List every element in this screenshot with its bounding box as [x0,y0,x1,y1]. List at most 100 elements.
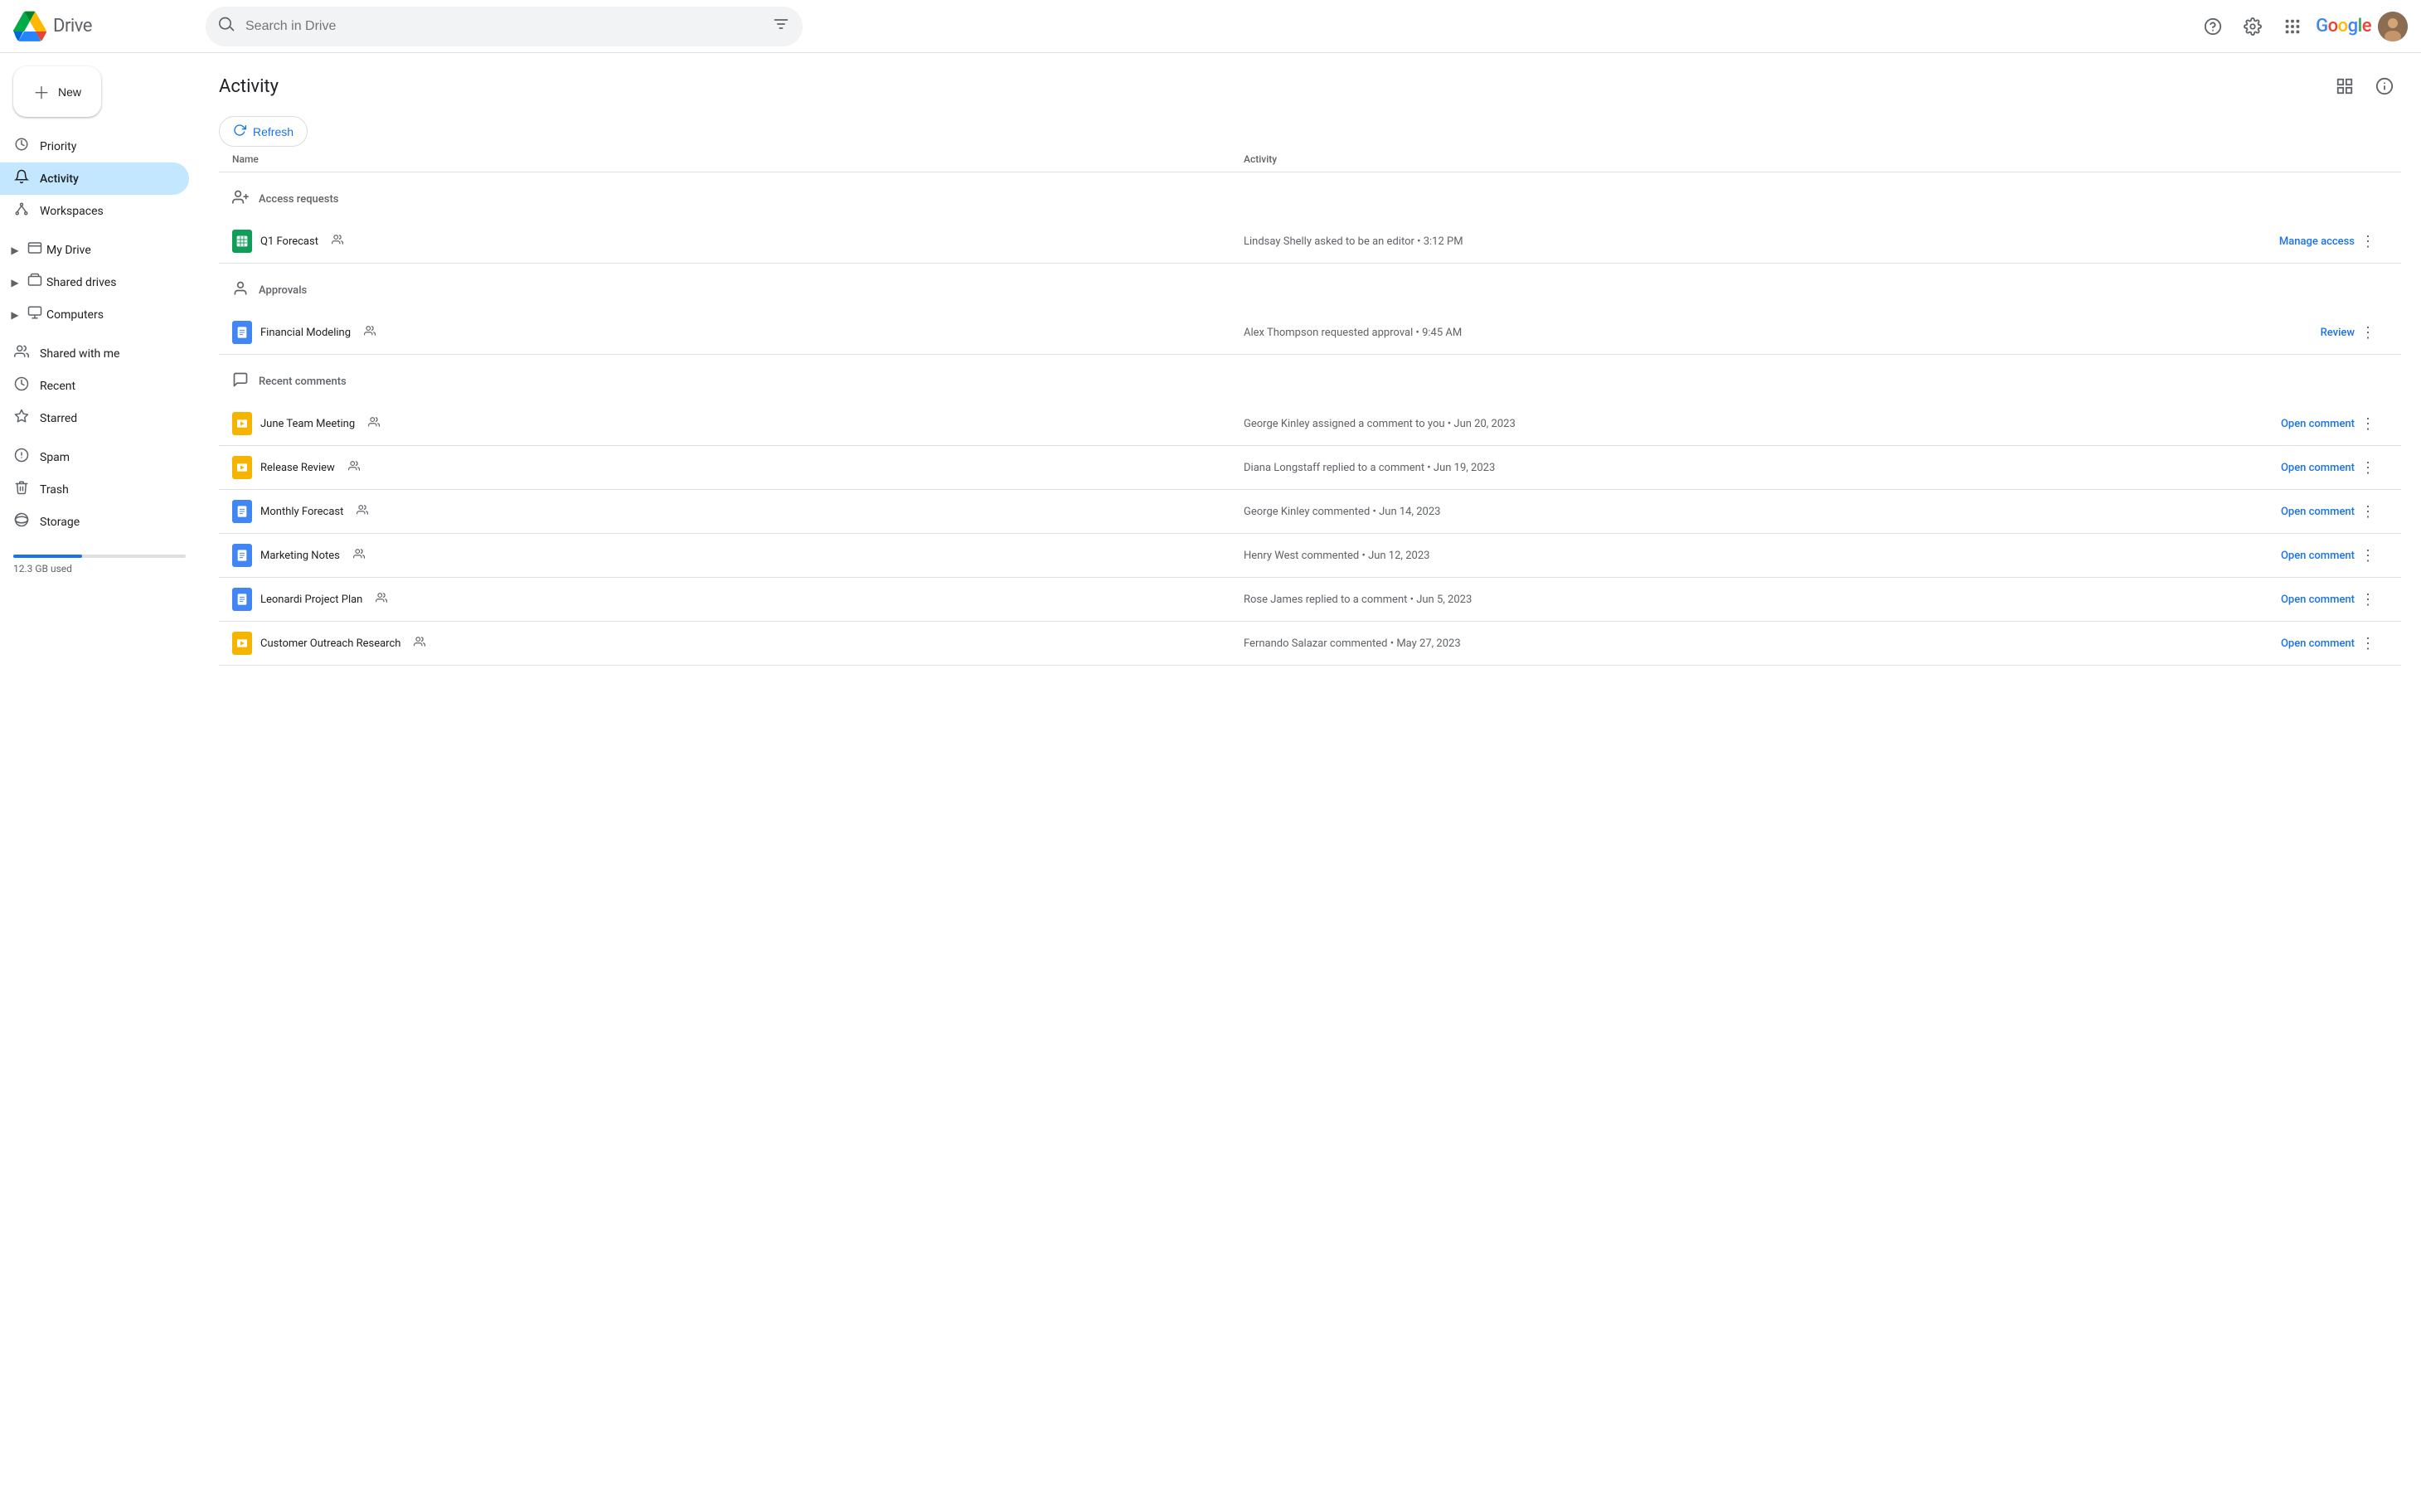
my-drive-icon [27,240,43,259]
storage-section: 12.3 GB used [0,538,199,584]
table-row[interactable]: Marketing Notes Henry West commented • J… [219,534,2401,578]
search-input[interactable] [245,19,763,34]
more-options-button[interactable]: ⋮ [2355,319,2381,346]
sidebar-item-label-shared-drives: Shared drives [46,276,116,289]
search-filter-icon[interactable] [773,16,789,36]
sidebar-item-computers[interactable]: ▶ Computers [0,298,189,331]
google-logo: Google [2316,16,2371,36]
sidebar-item-label-storage: Storage [40,516,80,529]
grid-view-button[interactable] [2328,70,2361,103]
file-name-cell: Customer Outreach Research [232,632,1244,655]
action-link[interactable]: Open comment [2255,506,2355,518]
settings-button[interactable] [2236,10,2269,43]
action-link[interactable]: Open comment [2255,594,2355,606]
sidebar-item-shared-drives[interactable]: ▶ Shared drives [0,266,189,298]
more-options-button[interactable]: ⋮ [2355,630,2381,657]
file-name: Marketing Notes [260,550,340,562]
plus-icon: ＋ [33,80,50,104]
table-row[interactable]: Leonardi Project Plan Rose James replied… [219,578,2401,622]
file-name-cell: Release Review [232,456,1244,479]
shared-icon [414,636,425,651]
search-bar[interactable] [206,7,803,46]
file-name: Leonardi Project Plan [260,594,362,606]
info-button[interactable] [2368,70,2401,103]
table-row[interactable]: June Team Meeting George Kinley assigned… [219,402,2401,446]
docs-file-icon [232,321,252,344]
docs-file-icon [232,500,252,523]
trash-icon [13,480,30,499]
action-link[interactable]: Open comment [2255,418,2355,430]
file-name-cell: Leonardi Project Plan [232,588,1244,611]
sidebar-item-starred[interactable]: Starred [0,402,189,434]
table-row[interactable]: Release Review Diana Longstaff replied t… [219,446,2401,490]
activity-text: Diana Longstaff replied to a comment • J… [1244,462,2255,474]
sidebar-item-label-starred: Starred [40,412,77,425]
refresh-button[interactable]: Refresh [219,116,308,147]
shared-icon [364,325,376,340]
activity-icon [13,169,30,188]
sidebar-item-my-drive[interactable]: ▶ My Drive [0,234,189,266]
sidebar-item-storage[interactable]: Storage [0,506,189,538]
table-row[interactable]: Monthly Forecast George Kinley commented… [219,490,2401,534]
action-link[interactable]: Open comment [2255,637,2355,650]
user-avatar[interactable] [2378,12,2408,41]
starred-icon [13,409,30,428]
storage-used-text: 12.3 GB used [13,563,186,574]
more-options-button[interactable]: ⋮ [2355,542,2381,569]
expand-arrow-shared-drives: ▶ [7,277,23,288]
sidebar-item-label-priority: Priority [40,140,76,153]
apps-button[interactable] [2276,10,2309,43]
workspaces-icon [13,201,30,220]
col-activity: Activity [1244,153,2255,165]
sidebar-item-shared-with-me[interactable]: Shared with me [0,337,189,370]
search-icon [219,16,235,36]
access-requests-icon [232,189,249,210]
more-options-button[interactable]: ⋮ [2355,498,2381,525]
activity-text: Fernando Salazar commented • May 27, 202… [1244,637,2255,650]
sidebar-item-label-workspaces: Workspaces [40,205,104,218]
section-title-approvals: Approvals [259,284,307,297]
table-row[interactable]: Customer Outreach Research Fernando Sala… [219,622,2401,666]
file-name-cell: Financial Modeling [232,321,1244,344]
table-row[interactable]: Q1 Forecast Lindsay Shelly asked to be a… [219,220,2401,264]
sidebar-item-workspaces[interactable]: Workspaces [0,195,189,227]
activity-text: George Kinley assigned a comment to you … [1244,418,2255,430]
file-name: Release Review [260,462,335,474]
more-options-button[interactable]: ⋮ [2355,586,2381,613]
shared-icon [332,234,343,249]
sidebar: ＋ New Priority Activity Workspaces ▶ [0,53,199,1512]
activity-text: George Kinley commented • Jun 14, 2023 [1244,506,2255,518]
sidebar-item-recent[interactable]: Recent [0,370,189,402]
sidebar-item-label-shared-with-me: Shared with me [40,347,119,361]
recent-icon [13,376,30,395]
col-name: Name [232,153,1244,165]
more-options-button[interactable]: ⋮ [2355,228,2381,254]
new-button-label: New [58,85,81,99]
table-row[interactable]: Financial Modeling Alex Thompson request… [219,311,2401,355]
sidebar-item-spam[interactable]: Spam [0,441,189,473]
action-link[interactable]: Open comment [2255,462,2355,474]
slides-file-icon [232,456,252,479]
new-button[interactable]: ＋ New [13,66,101,117]
help-button[interactable] [2196,10,2229,43]
activity-text: Rose James replied to a comment • Jun 5,… [1244,594,2255,606]
sidebar-item-priority[interactable]: Priority [0,130,189,162]
more-options-button[interactable]: ⋮ [2355,454,2381,481]
file-name: June Team Meeting [260,418,355,430]
action-link[interactable]: Review [2255,327,2355,339]
shared-icon [376,592,387,607]
file-name: Monthly Forecast [260,506,343,518]
priority-icon [13,137,30,156]
section-title-recent-comments: Recent comments [259,376,347,388]
action-link[interactable]: Open comment [2255,550,2355,562]
more-options-button[interactable]: ⋮ [2355,410,2381,437]
sidebar-item-activity[interactable]: Activity [0,162,189,195]
refresh-icon [233,124,246,139]
main-header: Activity [219,53,2401,116]
logo[interactable]: Drive [13,10,196,43]
header-actions: Google [2196,10,2408,43]
action-link[interactable]: Manage access [2255,235,2355,248]
shared-icon [353,548,365,563]
sidebar-item-trash[interactable]: Trash [0,473,189,506]
spam-icon [13,448,30,467]
